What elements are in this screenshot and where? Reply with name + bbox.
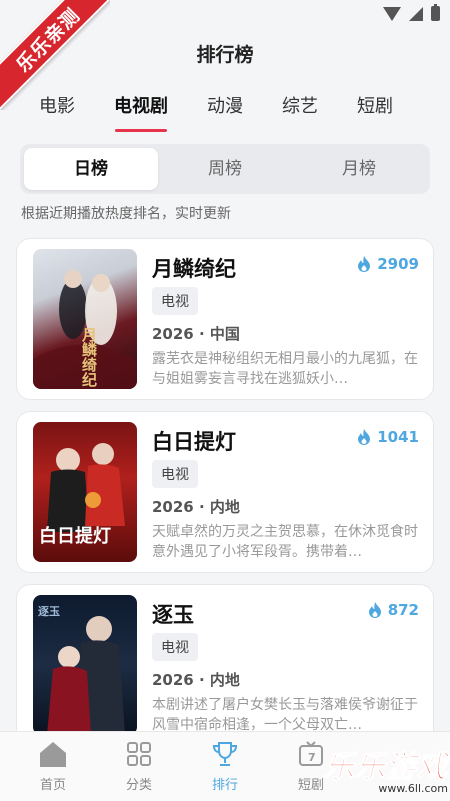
rank-period-selector: 日榜 周榜 月榜 bbox=[20, 144, 430, 194]
heat-value: 872 bbox=[387, 601, 419, 619]
heat-score: 872 bbox=[368, 601, 419, 619]
show-description: 天赋卓然的万灵之主贺思慕，在休沐觅食时意外遇见了小将军段胥。携带着… bbox=[152, 524, 418, 560]
ranking-hint: 根据近期播放热度排名，实时更新 bbox=[21, 206, 231, 222]
poster-title: 逐玉 bbox=[38, 605, 60, 618]
rank-card[interactable]: 月鳞绮纪 月鳞绮纪 2909 电视 2026 · 中国 露芜衣是神秘组织无相月最… bbox=[16, 238, 434, 400]
type-tag: 电视 bbox=[152, 633, 198, 661]
type-tag: 电视 bbox=[152, 460, 198, 488]
heat-score: 2909 bbox=[357, 255, 419, 273]
trophy-icon bbox=[212, 742, 238, 766]
rank-card[interactable]: 逐玉 逐玉 872 电视 2026 · 内地 本剧讲述了屠户女樊长玉与落难侯爷谢… bbox=[16, 584, 434, 744]
grid-icon bbox=[127, 742, 151, 766]
period-monthly[interactable]: 月榜 bbox=[292, 148, 426, 190]
type-tag: 电视 bbox=[152, 287, 198, 315]
flame-icon bbox=[358, 429, 371, 445]
nav-label: 首页 bbox=[39, 778, 66, 793]
year-region: 2026 · 内地 bbox=[152, 498, 240, 516]
nav-label: 短剧 bbox=[297, 778, 324, 793]
ribbon-label: 乐乐亲测 bbox=[0, 0, 110, 110]
nav-label: 排行 bbox=[211, 778, 238, 793]
flame-icon bbox=[358, 256, 371, 272]
nav-category[interactable]: 分类 bbox=[109, 740, 169, 793]
nav-label: 分类 bbox=[125, 778, 152, 793]
tab-variety[interactable]: 综艺 bbox=[265, 92, 335, 118]
wifi-icon bbox=[383, 6, 401, 21]
show-description: 露芜衣是神秘组织无相月最小的九尾狐，在与姐姐雾妄言寻找在逃狐妖小… bbox=[152, 351, 418, 387]
nav-home[interactable]: 首页 bbox=[23, 740, 83, 793]
poster-title: 月鳞绮纪 bbox=[80, 327, 98, 387]
show-title: 白日提灯 bbox=[152, 430, 236, 454]
heat-value: 1041 bbox=[377, 428, 419, 446]
nav-badge: 7 bbox=[308, 751, 316, 764]
heat-value: 2909 bbox=[377, 255, 419, 273]
year-region: 2026 · 内地 bbox=[152, 671, 240, 689]
poster-image: 白日提灯 bbox=[33, 422, 137, 562]
show-title: 月鳞绮纪 bbox=[152, 257, 236, 281]
show-description: 本剧讲述了屠户女樊长玉与落难侯爷谢征于风雪中宿命相逢，一个父母双亡… bbox=[152, 697, 418, 733]
battery-icon bbox=[431, 4, 440, 21]
year-region: 2026 · 中国 bbox=[152, 325, 240, 343]
tab-tv-series[interactable]: 电视剧 bbox=[106, 92, 176, 118]
site-watermark: 乐乐游戏 www.6ll.com bbox=[324, 742, 449, 796]
tab-anime[interactable]: 动漫 bbox=[190, 92, 260, 118]
flame-icon bbox=[368, 602, 381, 618]
heat-score: 1041 bbox=[357, 428, 419, 446]
watermark-text: 乐乐游戏 bbox=[324, 750, 448, 786]
rank-card[interactable]: 白日提灯 白日提灯 1041 电视 2026 · 内地 天赋卓然的万灵之主贺思慕… bbox=[16, 411, 434, 573]
nav-ranking[interactable]: 排行 bbox=[195, 740, 255, 793]
active-tab-indicator bbox=[115, 129, 167, 132]
signal-icon bbox=[409, 6, 423, 21]
home-icon bbox=[40, 742, 66, 767]
poster-title: 白日提灯 bbox=[39, 526, 111, 547]
tab-short-drama[interactable]: 短剧 bbox=[340, 92, 410, 118]
status-icons bbox=[383, 4, 440, 21]
poster-image: 逐玉 bbox=[33, 595, 137, 735]
period-daily[interactable]: 日榜 bbox=[24, 148, 158, 190]
period-weekly[interactable]: 周榜 bbox=[158, 148, 292, 190]
corner-ribbon: 乐乐亲测 bbox=[0, 0, 110, 110]
show-title: 逐玉 bbox=[152, 603, 194, 627]
poster-image: 月鳞绮纪 bbox=[33, 249, 137, 389]
